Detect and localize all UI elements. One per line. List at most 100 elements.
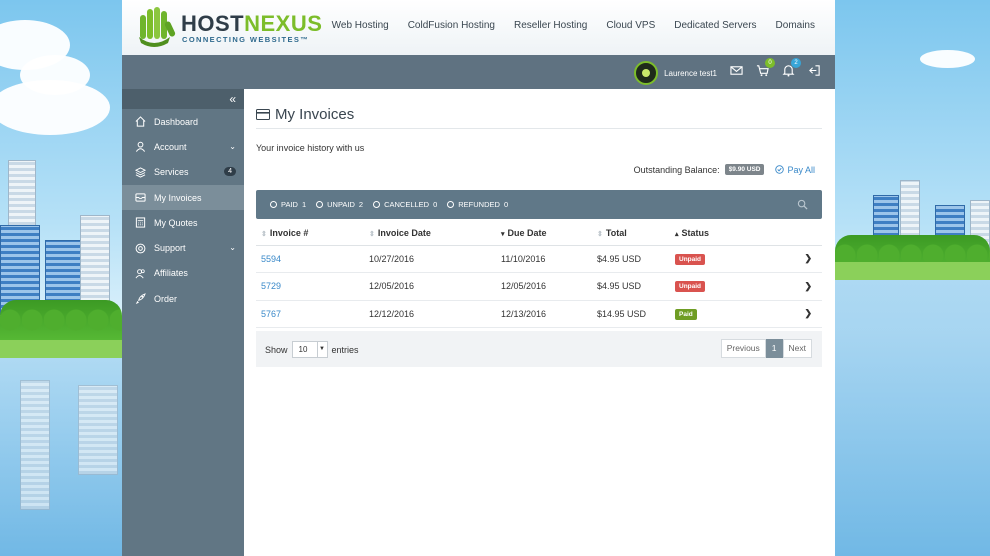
calculator-icon	[134, 217, 146, 229]
pay-all-button[interactable]: Pay All	[775, 165, 815, 175]
main-content: My Invoices Your invoice history with us…	[244, 89, 835, 556]
user-menu[interactable]: Laurence test1	[634, 61, 717, 85]
status-badge: Paid	[675, 308, 697, 320]
title-divider	[256, 128, 822, 129]
page-subtitle: Your invoice history with us	[256, 143, 365, 153]
nav-dedicated-servers[interactable]: Dedicated Servers	[674, 20, 756, 31]
top-navigation: Web Hosting ColdFusion Hosting Reseller …	[332, 20, 815, 31]
radio-icon	[316, 201, 324, 208]
rocket-icon	[134, 293, 146, 305]
hand-logo-icon	[139, 7, 176, 47]
filter-label: UNPAID	[327, 200, 355, 209]
table-footer: Show 10 ▼ entries Previous 1 Next	[256, 331, 822, 367]
sidebar-item-label: My Invoices	[154, 192, 202, 203]
background-left-scenery	[0, 0, 122, 556]
lifebuoy-icon	[134, 242, 146, 254]
user-actions: 0 2	[729, 58, 821, 78]
search-icon[interactable]	[797, 199, 808, 210]
nav-web-hosting[interactable]: Web Hosting	[332, 20, 389, 31]
filter-paid[interactable]: PAID 1	[270, 200, 306, 209]
sidebar-item-support[interactable]: Support ⌄	[122, 235, 244, 260]
outstanding-balance: Outstanding Balance: $9.90 USD Pay All	[634, 164, 815, 175]
column-header-label: Total	[605, 228, 627, 239]
notification-count-badge: 2	[791, 58, 801, 68]
mail-icon[interactable]	[729, 64, 743, 78]
column-header-label: Status	[681, 228, 710, 239]
previous-page-button[interactable]: Previous	[720, 339, 766, 358]
status-badge: Unpaid	[675, 253, 706, 265]
sort-icon: ⇕	[261, 231, 267, 239]
due-date: 12/05/2016	[496, 272, 592, 301]
nav-coldfusion-hosting[interactable]: ColdFusion Hosting	[408, 20, 495, 31]
page-size-select[interactable]: 10 ▼	[291, 341, 328, 358]
column-header-invoice-date[interactable]: ⇕ Invoice Date	[364, 222, 496, 246]
column-header-due-date[interactable]: ▾ Due Date	[496, 222, 592, 246]
sidebar-item-label: Support	[154, 243, 186, 254]
filter-label: PAID	[281, 200, 298, 209]
filter-refunded[interactable]: REFUNDED 0	[447, 200, 508, 209]
balance-amount: $9.90 USD	[724, 164, 765, 175]
users-icon	[134, 267, 146, 279]
sidebar-item-my-invoices[interactable]: My Invoices	[122, 184, 244, 211]
filter-unpaid[interactable]: UNPAID 2	[316, 200, 363, 209]
next-page-button[interactable]: Next	[782, 339, 812, 358]
page-title-text: My Invoices	[275, 106, 355, 123]
column-header-actions	[780, 222, 822, 246]
site-header: HOSTNEXUS CONNECTING WEBSITES™ Web Hosti…	[122, 0, 835, 55]
invoice-number-link[interactable]: 5729	[261, 281, 281, 291]
column-header-label: Due Date	[507, 228, 547, 239]
sidebar-item-label: Services	[154, 167, 189, 178]
cart-count-badge: 0	[765, 58, 775, 68]
column-header-invoice[interactable]: ⇕ Invoice #	[256, 222, 364, 246]
table-header-row: ⇕ Invoice # ⇕ Invoice Date ▾ Due Date ⇕ Tota…	[256, 222, 822, 246]
table-row[interactable]: 5729 12/05/2016 12/05/2016 $4.95 USD Unp…	[256, 272, 822, 301]
column-header-total[interactable]: ⇕ Total	[592, 222, 670, 246]
column-header-status[interactable]: ▴ Status	[670, 222, 780, 246]
chevron-down-icon: ⌄	[229, 243, 236, 253]
sort-icon: ⇕	[597, 231, 603, 239]
nav-domains[interactable]: Domains	[776, 20, 815, 31]
sidebar-item-account[interactable]: Account ⌄	[122, 134, 244, 159]
sidebar-item-my-quotes[interactable]: My Quotes	[122, 210, 244, 235]
pagination: Previous 1 Next	[720, 339, 812, 358]
filter-count: 0	[503, 200, 509, 209]
cart-icon[interactable]: 0	[755, 58, 775, 78]
bell-icon[interactable]: 2	[781, 58, 801, 78]
check-circle-icon	[775, 165, 785, 174]
due-date: 12/13/2016	[496, 300, 592, 328]
invoices-table: ⇕ Invoice # ⇕ Invoice Date ▾ Due Date ⇕ Tota…	[256, 222, 822, 328]
entries-label: entries	[331, 344, 359, 355]
brand-logo[interactable]: HOSTNEXUS CONNECTING WEBSITES™	[134, 5, 322, 50]
sidebar-item-affiliates[interactable]: Affiliates	[122, 261, 244, 286]
logout-icon[interactable]	[807, 64, 821, 78]
show-label: Show	[265, 344, 288, 355]
sidebar-item-order[interactable]: Order	[122, 286, 244, 311]
table-row[interactable]: 5767 12/12/2016 12/13/2016 $14.95 USD Pa…	[256, 300, 822, 328]
invoice-icon	[134, 192, 146, 204]
sidebar-item-label: Account	[154, 141, 187, 152]
sidebar-item-dashboard[interactable]: Dashboard	[122, 109, 244, 134]
invoice-number-link[interactable]: 5767	[261, 309, 281, 319]
avatar	[634, 61, 659, 85]
radio-icon	[447, 201, 455, 208]
nav-reseller-hosting[interactable]: Reseller Hosting	[514, 20, 587, 31]
column-header-label: Invoice #	[269, 228, 309, 239]
nav-cloud-vps[interactable]: Cloud VPS	[606, 20, 655, 31]
invoice-number-link[interactable]: 5594	[261, 254, 281, 264]
pay-all-label: Pay All	[787, 164, 815, 175]
sidebar-item-services[interactable]: Services 4	[122, 160, 244, 185]
sidebar-item-label: Dashboard	[154, 116, 199, 127]
filter-cancelled[interactable]: CANCELLED 0	[373, 200, 437, 209]
sidebar-item-label: Affiliates	[154, 268, 188, 279]
sidebar-collapse-button[interactable]: «	[122, 89, 244, 109]
radio-icon	[270, 201, 277, 208]
balance-label: Outstanding Balance:	[633, 164, 720, 175]
chevron-right-icon[interactable]: ❯	[780, 300, 822, 328]
table-row[interactable]: 5594 10/27/2016 11/10/2016 $4.95 USD Unp…	[256, 245, 822, 273]
sidebar: « Dashboard Account ⌄ Services 4 My Invo…	[122, 89, 244, 556]
page-1-button[interactable]: 1	[765, 339, 783, 358]
sort-icon: ⇕	[369, 231, 375, 239]
chevron-right-icon[interactable]: ❯	[780, 245, 822, 273]
chevron-right-icon[interactable]: ❯	[780, 272, 822, 301]
page-size-value: 10	[298, 345, 308, 354]
